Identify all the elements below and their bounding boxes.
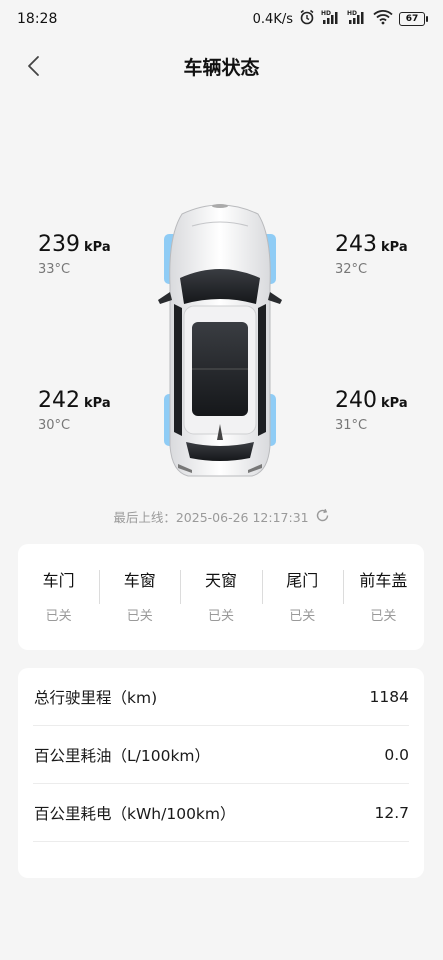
svg-text:HD: HD: [321, 10, 331, 17]
vehicle-status-card: 车门 已关 车窗 已关 天窗 已关 尾门 已关 前车盖 已关: [18, 544, 424, 650]
status-item-tailgate: 尾门 已关: [261, 544, 343, 650]
status-item-label: 前车盖: [359, 570, 408, 590]
status-item-label: 车门: [42, 570, 75, 590]
status-item-value: 已关: [126, 608, 153, 624]
refresh-icon[interactable]: [315, 508, 330, 526]
tire-pressure: 242: [38, 388, 80, 413]
status-icons: 0.4K/s HD HD 67: [252, 9, 428, 29]
status-item-label: 天窗: [205, 570, 238, 590]
tire-pressure: 240: [335, 388, 377, 413]
last-online-row: 最后上线：2025-06-26 12:17:31: [0, 507, 443, 526]
tire-front-left: 239 kPa 33°C: [38, 232, 111, 279]
last-online-text: 最后上线：2025-06-26 12:17:31: [113, 510, 309, 525]
status-item-label: 车窗: [123, 570, 156, 590]
status-item-value: 已关: [370, 608, 397, 624]
page-title: 车辆状态: [183, 56, 260, 79]
stat-label: 百公里耗电（kWh/100km）: [34, 804, 236, 823]
stat-value: 0.0: [384, 745, 409, 764]
page-header: 车辆状态: [0, 46, 443, 86]
status-bar: 18:28 0.4K/s HD HD 67: [0, 0, 443, 38]
back-button[interactable]: [20, 52, 48, 80]
battery-icon: 67: [399, 12, 428, 26]
driving-stats-card: 总行驶里程（km) 1184 百公里耗油（L/100km） 0.0 百公里耗电（…: [18, 668, 424, 878]
status-item-door: 车门 已关: [18, 544, 99, 650]
tire-temperature: 32°C: [335, 262, 368, 277]
tire-temperature: 33°C: [38, 262, 71, 277]
status-item-value: 已关: [289, 608, 316, 624]
tire-pressure-unit: kPa: [381, 396, 408, 411]
status-item-hood: 前车盖 已关: [342, 544, 424, 650]
status-item-value: 已关: [208, 608, 235, 624]
status-item-label: 尾门: [286, 570, 319, 590]
wifi-icon: [373, 9, 393, 29]
stat-value: 1184: [369, 687, 409, 706]
tire-pressure-unit: kPa: [84, 240, 111, 255]
stat-row-total-mileage: 总行驶里程（km) 1184: [33, 668, 409, 726]
hd-signal-icon: HD: [321, 9, 341, 29]
stat-row-fuel-consumption: 百公里耗油（L/100km） 0.0: [33, 726, 409, 784]
battery-level: 67: [405, 14, 419, 24]
network-speed: 0.4K/s: [252, 11, 293, 27]
car-top-view-image: [152, 196, 288, 480]
tire-temperature: 31°C: [335, 418, 368, 433]
tire-pressure-unit: kPa: [84, 396, 111, 411]
tire-rear-left: 242 kPa 30°C: [38, 388, 111, 435]
stat-row-power-consumption: 百公里耗电（kWh/100km） 12.7: [33, 784, 409, 842]
chevron-left-icon: [28, 56, 39, 76]
stat-label: 总行驶里程（km): [34, 688, 158, 707]
tire-temperature: 30°C: [38, 418, 71, 433]
tire-rear-right: 240 kPa 31°C: [335, 388, 408, 435]
stat-value: 12.7: [374, 803, 409, 822]
tire-pressure: 239: [38, 232, 80, 257]
tire-pressure-unit: kPa: [381, 240, 408, 255]
status-item-sunroof: 天窗 已关: [180, 544, 261, 650]
stat-label: 百公里耗油（L/100km）: [34, 746, 211, 765]
alarm-icon: [299, 9, 315, 29]
hd-signal-icon: HD: [347, 9, 367, 29]
svg-text:HD: HD: [347, 10, 357, 17]
status-time: 18:28: [17, 11, 58, 27]
tire-front-right: 243 kPa 32°C: [335, 232, 408, 279]
status-item-value: 已关: [45, 608, 72, 624]
tire-pressure: 243: [335, 232, 377, 257]
status-item-window: 车窗 已关: [99, 544, 180, 650]
